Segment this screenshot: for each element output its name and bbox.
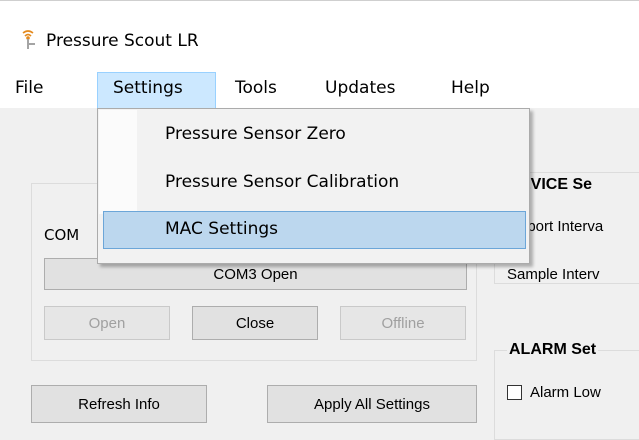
window-title: Pressure Scout LR [46,31,199,51]
menu-updates[interactable]: Updates [325,78,395,98]
alarm-settings-title: ALARM Set [507,341,599,359]
sample-interval-label: Sample Interv [507,266,600,283]
refresh-info-button[interactable]: Refresh Info [31,385,207,423]
menu-settings[interactable]: Settings [113,78,183,98]
alarm-low-label: Alarm Low [530,384,601,401]
dropdown-icon-gutter [99,110,137,214]
open-button[interactable]: Open [44,306,170,340]
app-icon [20,30,38,50]
offline-button[interactable]: Offline [340,306,466,340]
report-interval-label: eport Interva [519,218,604,235]
menu-file[interactable]: File [15,78,43,98]
menu-item-pressure-sensor-zero[interactable]: Pressure Sensor Zero [165,124,346,144]
close-button[interactable]: Close [192,306,318,340]
menu-help[interactable]: Help [451,78,490,98]
menu-item-pressure-sensor-calibration[interactable]: Pressure Sensor Calibration [165,172,399,192]
menu-item-mac-settings[interactable]: MAC Settings [165,219,278,239]
port-label: COM [44,226,80,244]
menu-bar [0,70,639,108]
alarm-low-checkbox[interactable] [507,385,522,400]
window-border [0,0,639,1]
menu-tools[interactable]: Tools [235,78,277,98]
apply-all-settings-button[interactable]: Apply All Settings [267,385,477,423]
